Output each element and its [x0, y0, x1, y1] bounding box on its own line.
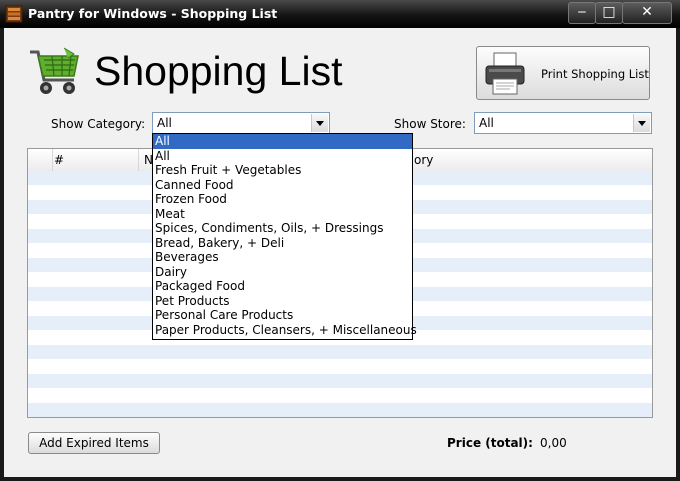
print-shopping-list-button[interactable]: Print Shopping List [476, 46, 650, 100]
table-row[interactable] [28, 359, 652, 374]
printer-icon [485, 52, 525, 95]
price-total-label: Price (total): [447, 436, 533, 450]
dropdown-option[interactable]: Bread, Bakery, + Deli [153, 236, 412, 251]
close-icon: ✕ [641, 4, 653, 20]
table-row[interactable] [28, 403, 652, 417]
chevron-down-icon[interactable] [633, 114, 650, 132]
category-dropdown-list[interactable]: All All Fresh Fruit + Vegetables Canned Foo… [152, 133, 417, 340]
header-divider [138, 149, 139, 171]
window-border-right [676, 28, 680, 481]
minimize-icon: ‒ [577, 4, 587, 20]
show-category-label: Show Category: [51, 117, 146, 131]
dropdown-option[interactable]: Paper Products, Cleansers, + Miscellaneo… [153, 323, 417, 338]
show-store-label: Show Store: [394, 117, 466, 131]
close-button[interactable]: ✕ [622, 2, 672, 24]
minimize-button[interactable]: ‒ [568, 2, 596, 24]
table-row[interactable] [28, 345, 652, 359]
column-header-category[interactable]: ory [414, 153, 433, 167]
table-row[interactable] [28, 388, 652, 403]
dropdown-option[interactable]: All [153, 149, 412, 164]
dropdown-option[interactable]: Spices, Condiments, Oils, + Dressings [153, 221, 412, 236]
pantry-app-icon [5, 5, 23, 23]
dropdown-option[interactable]: Meat [153, 207, 412, 222]
dropdown-option[interactable]: Beverages [153, 250, 412, 265]
dropdown-option[interactable]: Packaged Food [153, 279, 412, 294]
maximize-button[interactable]: □ [595, 2, 623, 24]
page-title: Shopping List [94, 48, 343, 94]
maximize-icon: □ [602, 4, 616, 20]
store-select[interactable]: All [474, 112, 652, 134]
price-total-value: 0,00 [540, 436, 567, 450]
add-expired-items-button[interactable]: Add Expired Items [28, 432, 160, 454]
store-select-value: All [479, 116, 494, 130]
category-select-value: All [157, 116, 172, 130]
column-header-number[interactable]: # [54, 153, 64, 167]
print-button-label: Print Shopping List [541, 67, 649, 81]
app-window: Pantry for Windows - Shopping List ‒ □ ✕… [0, 0, 680, 481]
dropdown-option[interactable]: Dairy [153, 265, 412, 280]
title-bar[interactable]: Pantry for Windows - Shopping List ‒ □ ✕ [0, 0, 680, 28]
window-title: Pantry for Windows - Shopping List [28, 6, 278, 21]
shopping-cart-icon [30, 47, 79, 94]
table-row[interactable] [28, 374, 652, 388]
dropdown-option[interactable]: Personal Care Products [153, 308, 412, 323]
dropdown-option[interactable]: Canned Food [153, 178, 412, 193]
window-border-bottom [0, 477, 680, 481]
dropdown-option[interactable]: Fresh Fruit + Vegetables [153, 163, 412, 178]
header-divider [52, 149, 53, 171]
dropdown-option[interactable]: Frozen Food [153, 192, 412, 207]
dropdown-option[interactable]: Pet Products [153, 294, 412, 309]
chevron-down-icon[interactable] [311, 114, 328, 132]
category-select[interactable]: All [152, 112, 330, 134]
dropdown-option[interactable]: All [153, 134, 412, 149]
